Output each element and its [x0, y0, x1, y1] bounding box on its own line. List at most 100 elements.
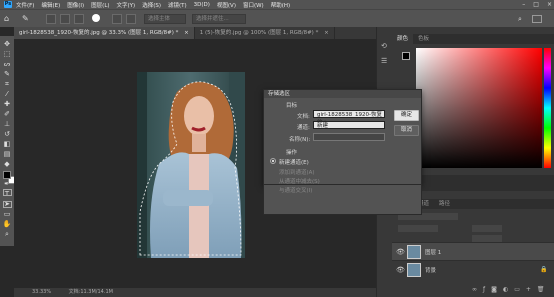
op-new-channel-radio[interactable] [270, 158, 276, 164]
menu-3d[interactable]: 3D(D) [194, 2, 210, 8]
tab-label: 1 (5)-恢复的.jpg @ 100% (图层 1, RGB/8#) * [199, 30, 319, 36]
menu-image[interactable]: 图像(I) [67, 1, 84, 9]
ok-button[interactable]: 确定 [394, 110, 419, 121]
visibility-eye-icon[interactable]: 👁 [396, 266, 405, 274]
menu-layer[interactable]: 图层(L) [91, 1, 109, 9]
op-subtract-label: 从通道中减去(S) [279, 179, 320, 185]
layer-row-background[interactable]: 👁 背景 🔒 [392, 260, 554, 278]
target-heading: 目标 [286, 103, 298, 109]
menu-filter[interactable]: 滤镜(T) [168, 1, 187, 9]
eyedropper-icon[interactable]: ⁄ [2, 90, 12, 98]
menu-select[interactable]: 选择(S) [142, 1, 161, 9]
layer-actions: ∞ ƒ ◙ ◐ ▭ + 🗑 [472, 286, 552, 294]
dialog-title: 存储选区 [264, 90, 421, 98]
maximize-icon[interactable]: □ [533, 0, 539, 9]
sample-all-layers-icon[interactable] [112, 14, 122, 24]
tab-girl-document[interactable]: girl-1828538_1920-恢复的.jpg @ 33.3% (图层 1,… [14, 27, 195, 39]
subtract-selection-icon[interactable] [74, 14, 84, 24]
layer-thumbnail [407, 263, 421, 277]
window-controls: – □ × [522, 0, 552, 9]
quick-mask-icon[interactable] [3, 189, 12, 196]
close-tab-icon[interactable]: × [184, 30, 189, 36]
marquee-tool-icon[interactable]: ⬚ [2, 50, 12, 58]
document-select[interactable]: girl-1828538_1920-恢复的.jpg [313, 110, 385, 126]
layer-name: 图层 1 [425, 250, 442, 256]
fx-icon[interactable]: ƒ [483, 286, 485, 294]
tab-paths[interactable]: 路径 [434, 199, 455, 209]
lasso-tool-icon[interactable]: ᔕ [2, 60, 12, 68]
channel-select[interactable]: 新建 [313, 121, 385, 129]
zoom-readout[interactable]: 33.33% [32, 289, 51, 295]
close-icon[interactable]: × [547, 0, 552, 9]
blend-mode-select[interactable] [398, 225, 438, 232]
document-tabs: girl-1828538_1920-恢复的.jpg @ 33.3% (图层 1,… [14, 27, 376, 39]
foreground-color-swatch[interactable] [3, 171, 11, 179]
layer-row-1[interactable]: 👁 图层 1 [392, 242, 554, 260]
properties-panel-icon[interactable]: ☰ [381, 57, 387, 65]
visibility-eye-icon[interactable]: 👁 [396, 248, 405, 256]
new-layer-icon[interactable]: + [526, 286, 531, 294]
eraser-tool-icon[interactable]: ◧ [2, 140, 12, 148]
opacity-field[interactable] [472, 225, 502, 232]
tab-color[interactable]: 颜色 [392, 34, 414, 44]
portrait-photo [137, 72, 245, 258]
minimize-icon[interactable]: – [522, 0, 525, 9]
healing-brush-icon[interactable]: ✚ [2, 100, 12, 108]
save-selection-dialog: 存储选区 目标 文档: girl-1828538_1920-恢复的.jpg 通道… [263, 89, 422, 185]
workspace-icon[interactable] [532, 15, 542, 23]
shape-tool-icon[interactable]: ▭ [2, 210, 12, 218]
menu-window[interactable]: 窗口(W) [243, 1, 264, 9]
menu-type[interactable]: 文字(Y) [117, 1, 136, 9]
new-selection-icon[interactable] [46, 14, 56, 24]
tab-second-document[interactable]: 1 (5)-恢复的.jpg @ 100% (图层 1, RGB/8#) * × [194, 27, 335, 39]
quick-select-icon[interactable]: ✎ [2, 70, 12, 78]
quick-select-tool-icon[interactable]: ✎ [22, 14, 32, 24]
blur-tool-icon[interactable]: ◆ [2, 160, 12, 168]
options-bar: ⌂ ✎ 选择主体 选择并遮住... ⌕ [0, 9, 554, 27]
doc-size-readout: 文档:11.3M/14.1M [68, 289, 113, 295]
brush-size-icon[interactable] [92, 14, 100, 22]
cancel-button[interactable]: 取消 [394, 125, 419, 136]
move-tool-icon[interactable]: ✥ [2, 40, 12, 48]
color-field[interactable] [416, 48, 542, 168]
menu-file[interactable]: 文件(F) [16, 1, 34, 9]
tab-label: girl-1828538_1920-恢复的.jpg @ 33.3% (图层 1,… [19, 30, 179, 36]
hand-tool-icon[interactable]: ✋ [2, 220, 12, 228]
zoom-tool-icon[interactable]: ⌕ [2, 230, 12, 238]
crop-tool-icon[interactable]: ⌗ [2, 80, 12, 88]
layer-name: 背景 [425, 268, 437, 274]
op-new-channel-label: 新建通道(E) [279, 160, 309, 166]
layer-thumbnail [407, 245, 421, 259]
add-selection-icon[interactable] [60, 14, 70, 24]
menu-view[interactable]: 视图(V) [217, 1, 236, 9]
history-panel-icon[interactable]: ⟲ [381, 42, 387, 50]
menu-edit[interactable]: 编辑(E) [41, 1, 60, 9]
tab-swatches[interactable]: 色板 [413, 34, 434, 44]
enhance-edge-icon[interactable] [126, 14, 136, 24]
fill-field[interactable] [472, 235, 502, 242]
new-group-icon[interactable]: ▭ [514, 286, 520, 294]
gradient-tool-icon[interactable]: ▤ [2, 150, 12, 158]
add-mask-icon[interactable]: ◙ [491, 286, 497, 294]
op-add-label: 添加到通道(A) [279, 170, 315, 176]
op-intersect-label: 与通道交叉(I) [279, 188, 313, 194]
menu-help[interactable]: 帮助(H) [271, 1, 290, 9]
close-tab-icon[interactable]: × [324, 30, 329, 36]
brush-tool-icon[interactable]: ✐ [2, 110, 12, 118]
screen-mode-icon[interactable] [3, 201, 12, 208]
menu-bar: Ps 文件(F) 编辑(E) 图像(I) 图层(L) 文字(Y) 选择(S) 滤… [0, 0, 554, 9]
adjustment-layer-icon[interactable]: ◐ [503, 286, 508, 294]
hue-slider[interactable] [544, 48, 551, 168]
select-and-mask-button[interactable]: 选择并遮住... [192, 14, 246, 24]
home-icon[interactable]: ⌂ [4, 14, 14, 24]
document-image[interactable] [137, 72, 245, 258]
panel-foreground-swatch[interactable] [402, 52, 410, 60]
history-brush-icon[interactable]: ↺ [2, 130, 12, 138]
link-layers-icon[interactable]: ∞ [472, 286, 477, 294]
operation-heading: 操作 [286, 150, 298, 156]
search-icon[interactable]: ⌕ [518, 15, 522, 24]
clone-stamp-icon[interactable]: ⊥ [2, 120, 12, 128]
name-field[interactable] [313, 133, 385, 141]
delete-layer-icon[interactable]: 🗑 [537, 286, 545, 294]
select-subject-button[interactable]: 选择主体 [144, 14, 186, 24]
